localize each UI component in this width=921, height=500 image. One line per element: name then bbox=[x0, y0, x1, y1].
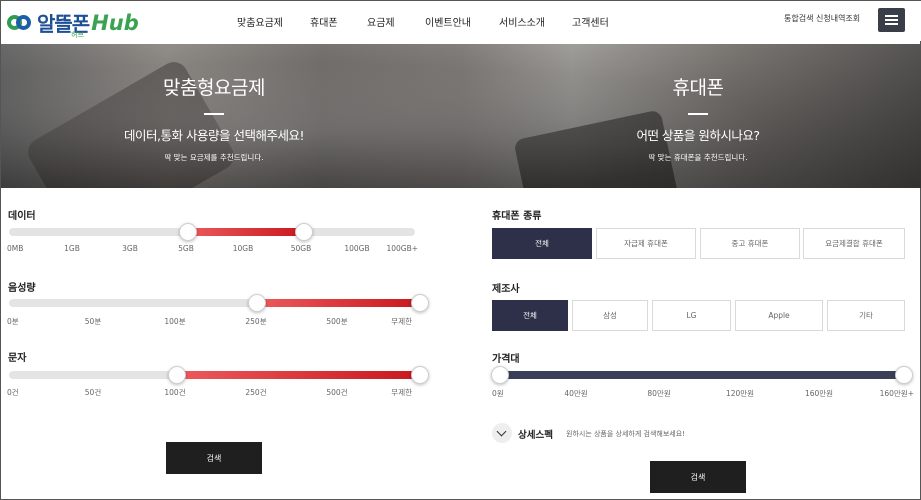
price-tick: 160만원+ bbox=[879, 389, 914, 398]
detail-spec-toggle[interactable]: 상세스펙 bbox=[518, 427, 553, 441]
price-slider-max-handle[interactable] bbox=[895, 366, 913, 384]
hero-phone-subtitle: 어떤 상품을 원하시나요? bbox=[636, 128, 760, 143]
voice-slider-label: 음성량 bbox=[8, 283, 36, 294]
voice-slider-max-handle[interactable] bbox=[411, 294, 429, 312]
voice-slider-range bbox=[257, 299, 421, 307]
price-tick: 80만원 bbox=[647, 389, 671, 398]
price-tick: 120만원 bbox=[725, 389, 755, 398]
plan-search-button[interactable]: 검색 bbox=[166, 442, 262, 474]
hero-phone-title: 휴대폰 bbox=[672, 77, 724, 99]
sms-tick: 500건 bbox=[326, 388, 348, 397]
hero-banner: 맞춤형요금제 데이터,통화 사용량을 선택해주세요! 딱 맞는 요금제를 추천드… bbox=[1, 44, 921, 188]
hamburger-icon bbox=[885, 15, 898, 17]
maker-option-all[interactable]: 전체 bbox=[492, 300, 568, 331]
hero-divider bbox=[204, 113, 224, 115]
phone-search-button[interactable]: 검색 bbox=[650, 461, 746, 493]
data-slider-range bbox=[188, 228, 304, 236]
maker-label: 제조사 bbox=[492, 284, 520, 295]
data-tick: 100GB bbox=[344, 244, 370, 253]
hamburger-icon-line bbox=[885, 19, 898, 21]
hero-custom-plan-subtitle: 데이터,통화 사용량을 선택해주세요! bbox=[124, 128, 304, 143]
maker-option-other[interactable]: 기타 bbox=[827, 300, 905, 331]
phone-type-option-used[interactable]: 중고 휴대폰 bbox=[700, 228, 800, 259]
hero-custom-plan: 맞춤형요금제 데이터,통화 사용량을 선택해주세요! 딱 맞는 요금제를 추천드… bbox=[64, 73, 364, 163]
hero-custom-plan-title: 맞춤형요금제 bbox=[163, 77, 265, 99]
price-tick: 0원 bbox=[492, 389, 504, 398]
maker-option-samsung[interactable]: 삼성 bbox=[572, 300, 648, 331]
site-header: 알뜰폰 Hub 허브 맞춤요금제 휴대폰 요금제 이벤트안내 서비스소개 고객센… bbox=[1, 1, 921, 41]
data-tick: 0MB bbox=[7, 244, 24, 253]
nav-item-support[interactable]: 고객센터 bbox=[572, 14, 609, 29]
nav-item-plans[interactable]: 요금제 bbox=[367, 14, 395, 29]
phone-type-option-unlocked[interactable]: 자급제 휴대폰 bbox=[596, 228, 696, 259]
data-tick: 100GB+ bbox=[386, 244, 418, 253]
nav-item-events[interactable]: 이벤트안내 bbox=[425, 14, 471, 29]
data-slider-label: 데이터 bbox=[8, 211, 36, 222]
price-slider-label: 가격대 bbox=[492, 354, 520, 365]
voice-tick: 0분 bbox=[7, 317, 19, 326]
util-history-link[interactable]: 신청내역조회 bbox=[816, 13, 860, 24]
maker-option-lg[interactable]: LG bbox=[652, 300, 731, 331]
voice-slider-min-handle[interactable] bbox=[248, 294, 266, 312]
phone-type-option-all[interactable]: 전체 bbox=[492, 228, 592, 259]
price-slider-min-handle[interactable] bbox=[491, 366, 509, 384]
data-slider-min-handle[interactable] bbox=[179, 223, 197, 241]
sms-slider-max-handle[interactable] bbox=[411, 366, 429, 384]
nav-item-service[interactable]: 서비스소개 bbox=[499, 14, 545, 29]
sms-slider-min-handle[interactable] bbox=[168, 366, 186, 384]
nav-item-phone[interactable]: 휴대폰 bbox=[310, 14, 338, 29]
voice-tick: 500분 bbox=[326, 317, 348, 326]
hamburger-menu-button[interactable] bbox=[878, 8, 905, 32]
data-tick: 10GB bbox=[232, 244, 254, 253]
data-tick: 3GB bbox=[122, 244, 138, 253]
util-search-link[interactable]: 통합검색 bbox=[784, 13, 813, 24]
logo-subtext: 허브 bbox=[71, 31, 84, 39]
voice-tick: 100분 bbox=[164, 317, 186, 326]
sms-slider-label: 문자 bbox=[8, 353, 27, 364]
price-tick: 40만원 bbox=[564, 389, 588, 398]
data-tick: 1GB bbox=[64, 244, 80, 253]
data-slider-max-handle[interactable] bbox=[295, 223, 313, 241]
hero-phone: 휴대폰 어떤 상품을 원하시나요? 딱 맞는 휴대폰을 추천드립니다. bbox=[548, 73, 848, 163]
chevron-down-icon[interactable] bbox=[492, 423, 512, 443]
data-tick: 5GB bbox=[178, 244, 194, 253]
phone-type-label: 휴대폰 종류 bbox=[492, 211, 542, 222]
voice-tick: 무제한 bbox=[391, 317, 412, 326]
sms-slider-range bbox=[177, 371, 421, 379]
sms-tick: 50건 bbox=[84, 388, 102, 397]
sms-tick: 0건 bbox=[7, 388, 19, 397]
maker-option-apple[interactable]: Apple bbox=[735, 300, 823, 331]
sms-tick: 무제한 bbox=[391, 388, 412, 397]
hero-divider bbox=[688, 113, 708, 115]
hero-phone-note: 딱 맞는 휴대폰을 추천드립니다. bbox=[648, 153, 748, 162]
nav-item-custom-plan[interactable]: 맞춤요금제 bbox=[237, 14, 283, 29]
hero-custom-plan-note: 딱 맞는 요금제를 추천드립니다. bbox=[164, 153, 264, 162]
voice-tick: 50분 bbox=[84, 317, 102, 326]
main-navigation: 맞춤요금제 휴대폰 요금제 이벤트안내 서비스소개 고객센터 bbox=[1, 14, 921, 29]
detail-spec-hint: 원하시는 상품을 상세하게 검색해보세요! bbox=[566, 430, 685, 438]
price-slider-range bbox=[500, 371, 904, 379]
phone-type-option-bundle[interactable]: 요금제결합 휴대폰 bbox=[803, 228, 905, 259]
price-tick: 160만원 bbox=[804, 389, 834, 398]
hamburger-icon-line bbox=[885, 23, 898, 25]
sms-tick: 100건 bbox=[164, 388, 186, 397]
voice-tick: 250분 bbox=[245, 317, 267, 326]
data-tick: 50GB bbox=[290, 244, 312, 253]
sms-tick: 250건 bbox=[245, 388, 267, 397]
